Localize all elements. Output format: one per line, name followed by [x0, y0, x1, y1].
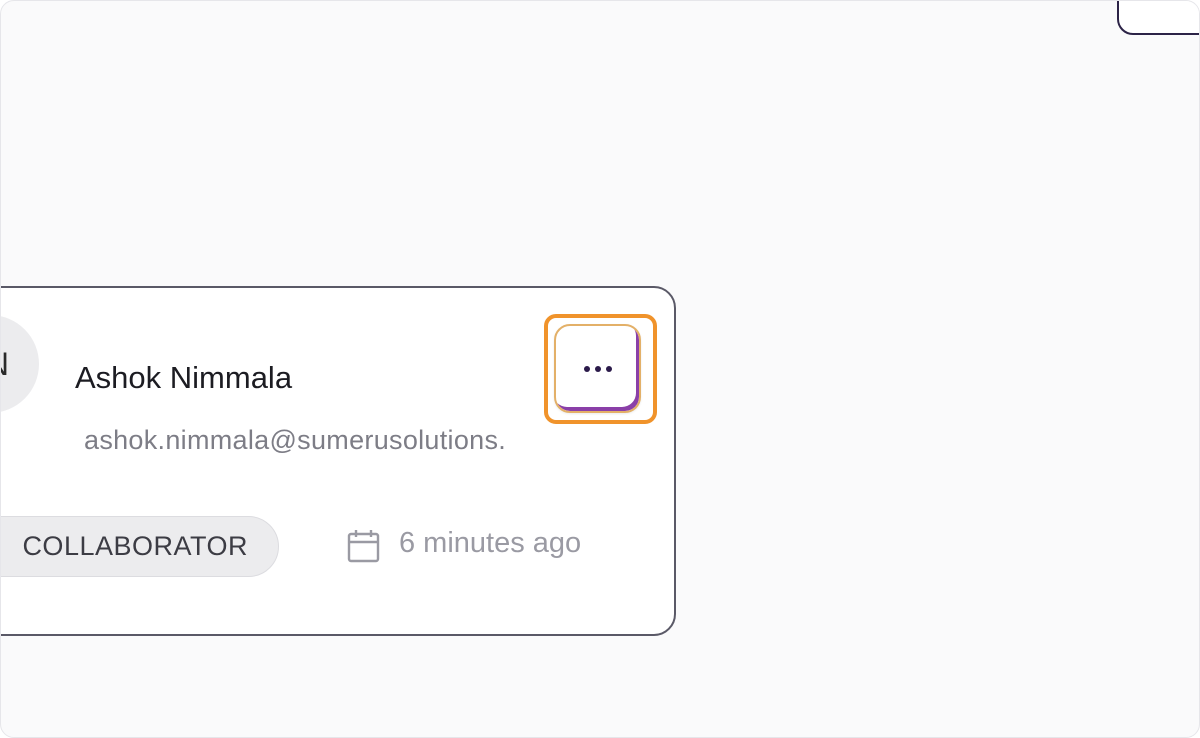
more-horizontal-icon [583, 365, 612, 372]
page-canvas: N Ashok Nimmala ashok.nimmala@sumerusolu… [0, 0, 1200, 738]
user-email: ashok.nimmala@sumerusolutions. [84, 425, 507, 455]
timestamp: 6 minutes ago [399, 527, 582, 559]
role-badge-label: COLLABORATOR [22, 531, 248, 561]
user-name: Ashok Nimmala [75, 360, 293, 395]
avatar-initial: N [1, 346, 9, 383]
calendar-icon [347, 530, 380, 563]
role-badge: COLLABORATOR [1, 516, 279, 577]
partial-card-top-right[interactable] [1117, 1, 1199, 35]
more-options-button[interactable] [554, 324, 641, 413]
